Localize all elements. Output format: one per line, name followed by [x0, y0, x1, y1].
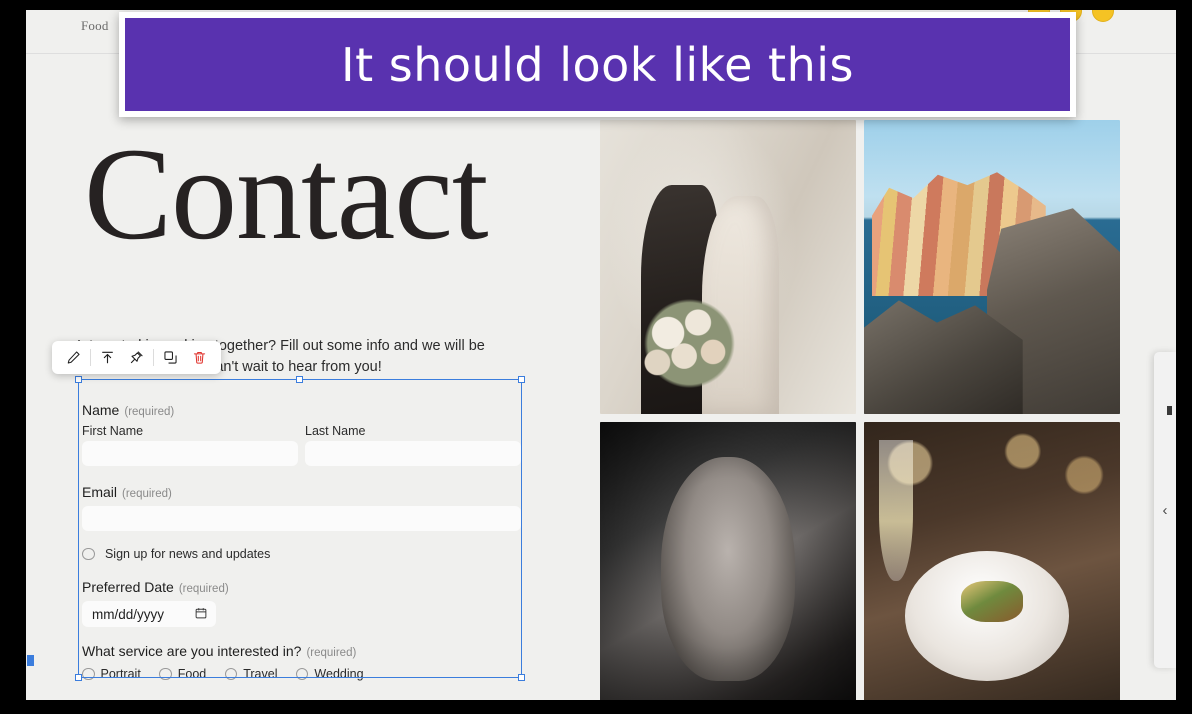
- radio-travel[interactable]: [224, 667, 238, 681]
- photo-portrait-bw[interactable]: [600, 422, 856, 700]
- radio-wedding[interactable]: [295, 667, 309, 681]
- radio-portrait[interactable]: [82, 667, 95, 681]
- last-name-input[interactable]: [305, 441, 521, 466]
- duplicate-icon[interactable]: [156, 343, 185, 372]
- radio-food-label: Food: [177, 666, 207, 681]
- email-field-label: Email (required): [82, 484, 172, 500]
- instruction-banner: It should look like this: [119, 12, 1076, 117]
- block-toolbar[interactable]: [52, 341, 221, 374]
- image-gallery: [600, 120, 1120, 700]
- avatar[interactable]: [1092, 10, 1114, 22]
- radio-portrait-label: Portrait: [100, 666, 141, 681]
- date-placeholder: mm/dd/yyyy: [92, 606, 165, 622]
- toolbar-divider: [90, 349, 91, 366]
- nav-item-food[interactable]: Food: [81, 18, 109, 33]
- food-detail: [961, 580, 1023, 622]
- page-title: Contact: [84, 120, 489, 267]
- newsletter-checkbox[interactable]: [82, 547, 95, 561]
- resize-handle-bottom-right[interactable]: [518, 674, 525, 681]
- radio-wedding-label: Wedding: [314, 666, 364, 681]
- resize-handle-top-left[interactable]: [75, 376, 82, 383]
- radio-travel-label: Travel: [243, 666, 278, 681]
- editor-side-panel[interactable]: ‹: [1154, 352, 1176, 668]
- toolbar-divider: [153, 349, 154, 366]
- photo-cinque-terre[interactable]: [864, 120, 1120, 414]
- edit-icon[interactable]: [59, 343, 88, 372]
- instruction-banner-fill: It should look like this: [125, 18, 1070, 111]
- instruction-banner-text: It should look like this: [341, 37, 854, 92]
- first-name-input[interactable]: [82, 441, 298, 466]
- calendar-icon[interactable]: [195, 607, 207, 622]
- move-to-top-icon[interactable]: [93, 343, 122, 372]
- canvas-left-resize-handle[interactable]: [27, 655, 34, 666]
- email-input[interactable]: [82, 506, 521, 531]
- resize-handle-bottom-left[interactable]: [75, 674, 82, 681]
- preferred-date-label: Preferred Date (required): [82, 579, 229, 595]
- resize-handle-top-center[interactable]: [296, 376, 303, 383]
- bouquet-detail: [635, 290, 744, 397]
- wine-glass-detail: [879, 439, 913, 581]
- chevron-left-icon[interactable]: ‹: [1163, 502, 1168, 519]
- delete-icon[interactable]: [185, 343, 214, 372]
- preferred-date-input[interactable]: mm/dd/yyyy: [82, 601, 216, 627]
- name-field-label: Name (required): [82, 402, 175, 418]
- form-block[interactable]: Name (required) First Name Last Name Ema…: [75, 376, 525, 681]
- newsletter-label: Sign up for news and updates: [104, 546, 271, 561]
- resize-handle-top-right[interactable]: [518, 376, 525, 383]
- screenshot-root: FoodPortraitTravelWedding AboutBlogConta…: [0, 0, 1192, 714]
- pin-icon[interactable]: [122, 343, 151, 372]
- service-question-label: What service are you interested in? (requ…: [82, 643, 357, 659]
- radio-food[interactable]: [159, 667, 172, 681]
- panel-marker: [1167, 406, 1172, 415]
- photo-restaurant-dish[interactable]: [864, 422, 1120, 700]
- photo-wedding-couple[interactable]: [600, 120, 856, 414]
- first-name-label: First Name: [82, 424, 144, 438]
- last-name-label: Last Name: [305, 424, 366, 438]
